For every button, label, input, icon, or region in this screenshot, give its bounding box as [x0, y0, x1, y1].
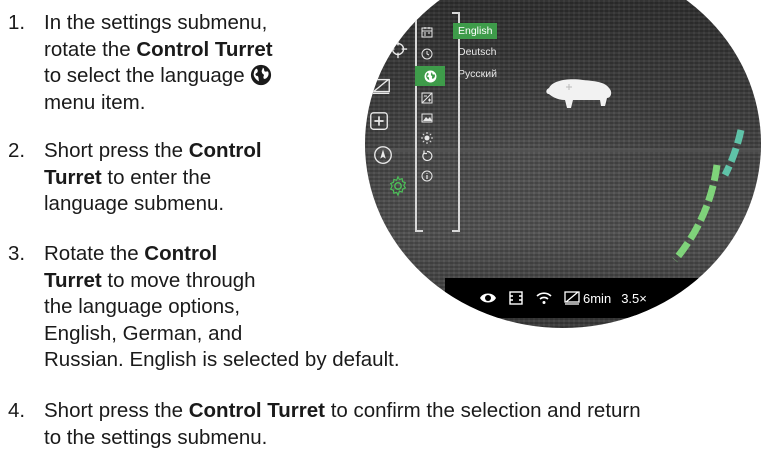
language-option-german[interactable]: Deutsch: [453, 44, 502, 60]
step-number: 4.: [8, 399, 26, 422]
step-number: 1.: [8, 11, 26, 34]
zoom-level: 3.5×: [621, 290, 647, 306]
compass-icon[interactable]: [372, 144, 394, 166]
step-text: Short press the Control Turret to enter …: [44, 139, 262, 215]
language-option-russian[interactable]: Русский: [453, 66, 502, 82]
step-text: Short press the Control Turret to confir…: [44, 399, 641, 449]
control-turret-term: Control: [144, 242, 218, 265]
wifi-icon: [535, 289, 553, 307]
step-2: 2. Short press the Control Turret to ent…: [0, 138, 360, 220]
exposure-icon[interactable]: [418, 90, 436, 106]
globe-icon: [251, 64, 272, 86]
device-screen-illustration: English Deutsch Русский 6min 3.5×: [365, 0, 761, 328]
brightness-icon[interactable]: [418, 130, 436, 146]
gear-icon[interactable]: [387, 175, 409, 197]
step-number: 2.: [8, 139, 26, 162]
globe-icon[interactable]: [415, 66, 445, 86]
step-1: 1. In the settings submenu, rotate the C…: [0, 10, 360, 120]
step-number: 3.: [8, 242, 26, 265]
step-text: In the settings submenu, rotate the Cont…: [44, 11, 273, 114]
eye-icon: [479, 289, 497, 307]
display-off-icon: [563, 289, 581, 307]
control-turret-term: Control: [188, 139, 262, 162]
language-option-english[interactable]: English: [453, 23, 498, 39]
picture-icon[interactable]: [418, 110, 436, 126]
control-turret-term: Control Turret: [188, 399, 325, 422]
crosshair-icon[interactable]: [387, 38, 409, 60]
control-turret-term: Control Turret: [136, 37, 273, 61]
restore-icon[interactable]: [418, 148, 436, 164]
scope-view: English Deutsch Русский 6min 3.5×: [365, 0, 761, 328]
add-icon[interactable]: [368, 110, 390, 132]
control-turret-term: Turret: [44, 268, 102, 292]
info-icon[interactable]: [418, 168, 436, 184]
control-turret-term: Turret: [44, 165, 102, 189]
calendar-icon[interactable]: [418, 24, 436, 40]
display-off-icon[interactable]: [370, 75, 392, 97]
record-icon: [507, 289, 525, 307]
battery-time: 6min: [583, 290, 612, 306]
step-4: 4. Short press the Control Turret to con…: [0, 398, 768, 454]
status-bar: 6min 3.5×: [445, 278, 761, 318]
clock-icon[interactable]: [418, 46, 436, 62]
